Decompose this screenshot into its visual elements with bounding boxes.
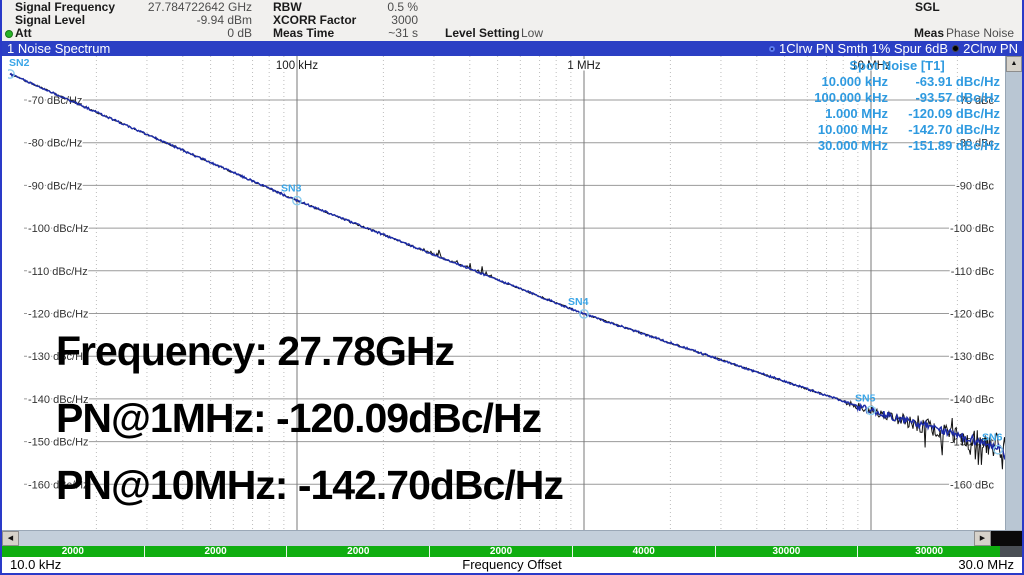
xcorr-bar-endcap bbox=[1000, 546, 1022, 557]
xcorr-segment: 30000 bbox=[715, 546, 858, 557]
x-axis-row: 10.0 kHz Frequency Offset 30.0 MHz bbox=[2, 557, 1022, 573]
xcorr-segment: 30000 bbox=[857, 546, 1000, 557]
x-axis-stop-value: 30.0 MHz bbox=[958, 557, 1014, 572]
horizontal-scroll-track[interactable] bbox=[19, 531, 974, 546]
spot-noise-table: Spot Noise [T1] 10.000 kHz -63.91 dBc/Hz… bbox=[788, 58, 1006, 154]
svg-text:SN6: SN6 bbox=[982, 432, 1003, 444]
annotation-pn-10mhz: PN@10MHz: -142.70dBc/Hz bbox=[56, 452, 563, 519]
svg-text:-120 dBc: -120 dBc bbox=[950, 309, 995, 321]
xcorr-segment: 2000 bbox=[429, 546, 572, 557]
att-value[interactable]: 0 dB bbox=[122, 27, 252, 40]
svg-text:-80 dBc/Hz: -80 dBc/Hz bbox=[28, 138, 82, 150]
trace2-legend-item[interactable]: 2Clrw PN bbox=[963, 41, 1018, 56]
level-setting-label: Level Setting bbox=[445, 27, 520, 40]
svg-text:SN3: SN3 bbox=[281, 183, 302, 195]
scroll-left-button[interactable]: ◀ bbox=[2, 531, 19, 546]
spot-value: -63.91 dBc/Hz bbox=[888, 74, 1000, 90]
trace1-color-icon bbox=[769, 46, 775, 52]
spot-value: -120.09 dBc/Hz bbox=[888, 106, 1000, 122]
diagram-title: 1 Noise Spectrum bbox=[7, 41, 110, 56]
att-label: Att bbox=[15, 27, 32, 40]
xcorr-segment: 4000 bbox=[572, 546, 715, 557]
phase-noise-analyzer-window: Signal Frequency 27.784722642 GHz RBW 0.… bbox=[0, 0, 1024, 575]
svg-text:-160 dBc: -160 dBc bbox=[950, 479, 995, 491]
xcorr-progress-bar: 2000 2000 2000 2000 4000 30000 30000 bbox=[2, 546, 1022, 557]
annotation-pn-1mhz: PN@1MHz: -120.09dBc/Hz bbox=[56, 385, 563, 452]
meas-label: Meas bbox=[914, 27, 944, 40]
attenuation-status-led bbox=[5, 30, 13, 38]
header-row-1: Signal Frequency 27.784722642 GHz RBW 0.… bbox=[2, 1, 1022, 14]
plot-area: 100 kHz1 MHz10 MHz-70 dBc/Hz-70 dBc-80 d… bbox=[2, 56, 1022, 530]
x-axis-title: Frequency Offset bbox=[2, 557, 1022, 572]
spot-noise-row: 1.000 MHz -120.09 dBc/Hz bbox=[788, 106, 1006, 122]
single-sweep-indicator: SGL bbox=[915, 1, 940, 14]
svg-text:-130 dBc: -130 dBc bbox=[950, 351, 995, 363]
svg-text:-140 dBc: -140 dBc bbox=[950, 394, 995, 406]
svg-text:SN5: SN5 bbox=[855, 392, 876, 404]
spot-freq: 10.000 kHz bbox=[788, 74, 888, 90]
spot-freq: 30.000 MHz bbox=[788, 138, 888, 154]
vertical-scrollbar[interactable]: ▲ bbox=[1005, 56, 1022, 530]
svg-text:-90 dBc/Hz: -90 dBc/Hz bbox=[28, 180, 82, 192]
xcorr-segment: 2000 bbox=[2, 546, 144, 557]
svg-text:SN2: SN2 bbox=[9, 57, 30, 69]
svg-text:1 MHz: 1 MHz bbox=[567, 60, 600, 72]
svg-text:-110 dBc: -110 dBc bbox=[951, 266, 995, 278]
spot-noise-title: Spot Noise [T1] bbox=[788, 58, 1006, 74]
scrollbar-corner bbox=[991, 531, 1022, 546]
spot-noise-row: 10.000 kHz -63.91 dBc/Hz bbox=[788, 74, 1006, 90]
spot-noise-row: 10.000 MHz -142.70 dBc/Hz bbox=[788, 122, 1006, 138]
measurement-header: Signal Frequency 27.784722642 GHz RBW 0.… bbox=[2, 0, 1022, 41]
spot-value: -151.89 dBc/Hz bbox=[888, 138, 1000, 154]
spot-noise-row: 30.000 MHz -151.89 dBc/Hz bbox=[788, 138, 1006, 154]
header-row-3: Att 0 dB Meas Time ~31 s Level Setting L… bbox=[2, 27, 1022, 40]
diagram-titlebar[interactable]: 1 Noise Spectrum 1Clrw PN Smth 1% Spur 6… bbox=[2, 41, 1022, 56]
spot-value: -142.70 dBc/Hz bbox=[888, 122, 1000, 138]
horizontal-scrollbar[interactable]: ◀ ▶ bbox=[2, 530, 1022, 546]
meas-mode-value[interactable]: Phase Noise bbox=[946, 27, 1014, 40]
trace-legend: 1Clrw PN Smth 1% Spur 6dB 2Clrw PN bbox=[769, 41, 1018, 56]
trace1-legend-item[interactable]: 1Clrw PN Smth 1% Spur 6dB bbox=[779, 41, 948, 56]
svg-text:-100 dBc/Hz: -100 dBc/Hz bbox=[28, 223, 89, 235]
meas-time-value[interactable]: ~31 s bbox=[332, 27, 418, 40]
svg-text:-110 dBc/Hz: -110 dBc/Hz bbox=[28, 266, 88, 278]
annotation-overlay: Frequency: 27.78GHz PN@1MHz: -120.09dBc/… bbox=[56, 318, 563, 519]
meas-time-label: Meas Time bbox=[273, 27, 334, 40]
svg-text:-100 dBc: -100 dBc bbox=[950, 223, 995, 235]
trace2-color-icon bbox=[952, 45, 959, 52]
svg-text:SN4: SN4 bbox=[568, 296, 589, 308]
spot-noise-row: 100.000 kHz -93.57 dBc/Hz bbox=[788, 90, 1006, 106]
scroll-up-button[interactable]: ▲ bbox=[1006, 56, 1022, 72]
xcorr-segment: 2000 bbox=[144, 546, 287, 557]
spot-freq: 100.000 kHz bbox=[788, 90, 888, 106]
spot-freq: 1.000 MHz bbox=[788, 106, 888, 122]
spot-freq: 10.000 MHz bbox=[788, 122, 888, 138]
annotation-frequency: Frequency: 27.78GHz bbox=[56, 318, 563, 385]
level-setting-value[interactable]: Low bbox=[521, 27, 543, 40]
scroll-right-button[interactable]: ▶ bbox=[974, 531, 991, 546]
xcorr-segment: 2000 bbox=[286, 546, 429, 557]
svg-text:-90 dBc: -90 dBc bbox=[956, 180, 994, 192]
svg-text:100 kHz: 100 kHz bbox=[276, 60, 318, 72]
spot-value: -93.57 dBc/Hz bbox=[888, 90, 1000, 106]
